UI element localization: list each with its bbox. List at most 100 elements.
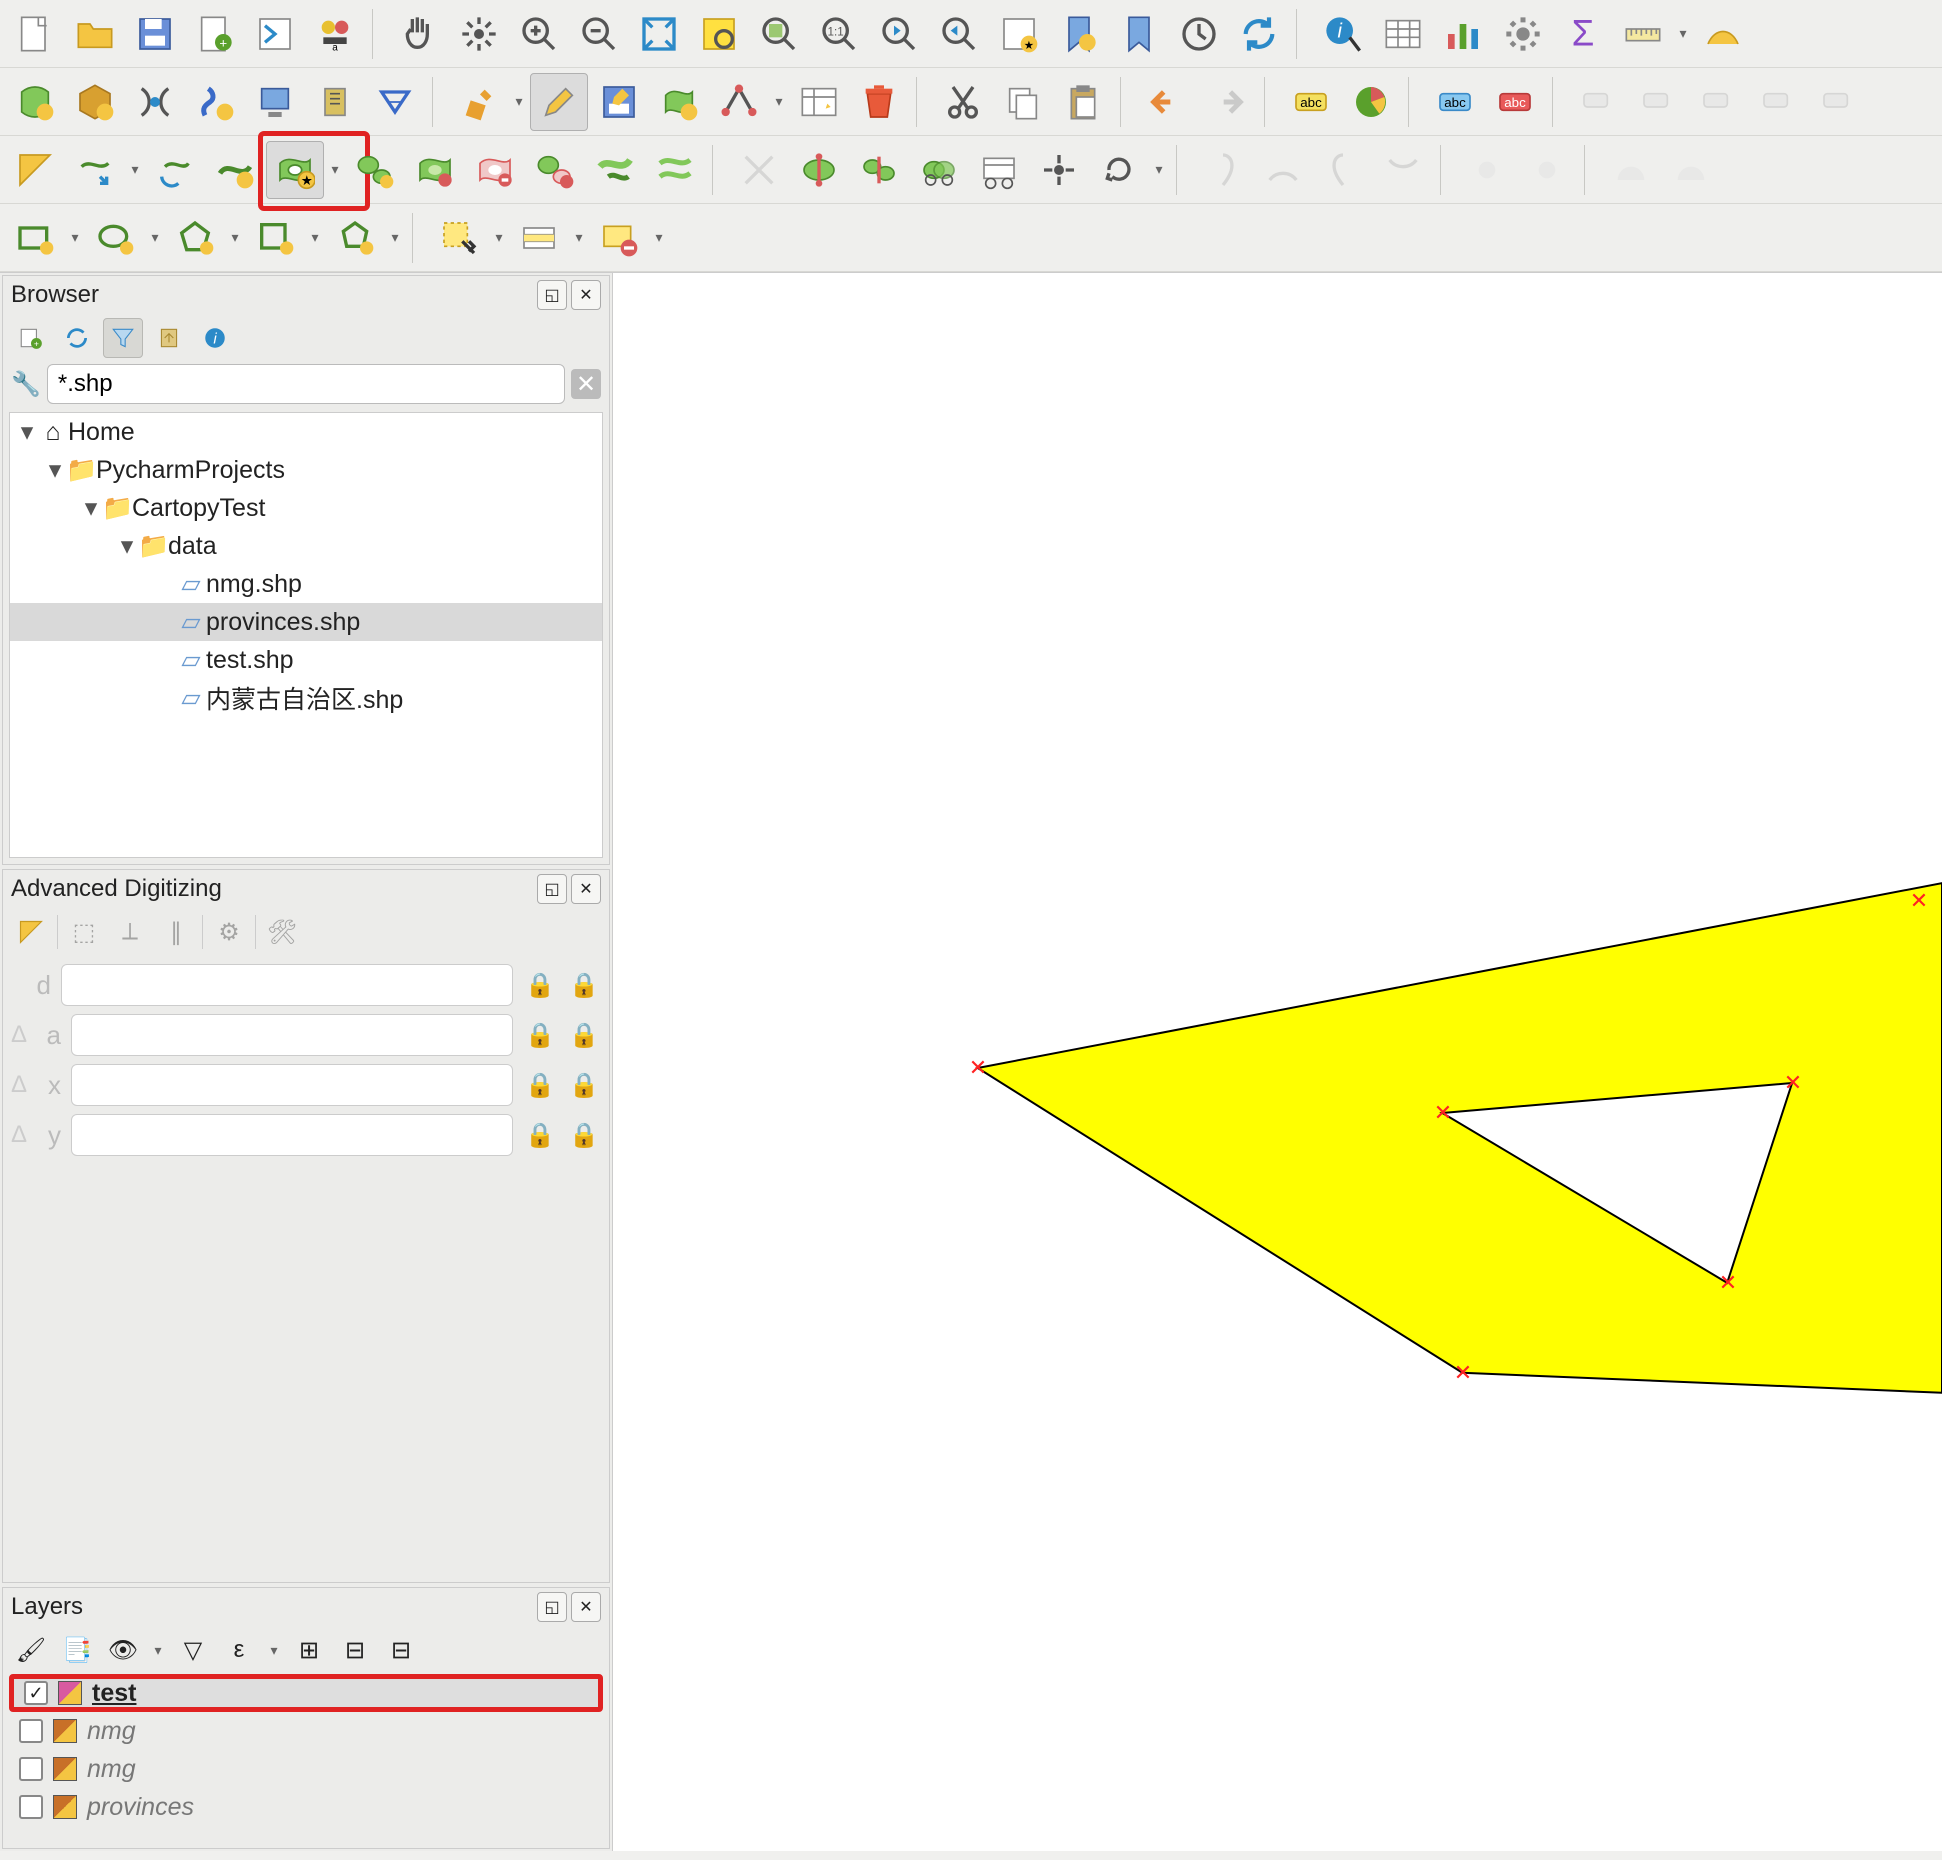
- tree-file-provinces[interactable]: ▱provinces.shp: [10, 603, 602, 641]
- new-map-view-button[interactable]: ★: [990, 5, 1048, 63]
- rotate-feature-button[interactable]: [146, 141, 204, 199]
- layer-checkbox[interactable]: [19, 1795, 43, 1819]
- processing-button[interactable]: [1494, 5, 1552, 63]
- collapse-browser-button[interactable]: [149, 318, 189, 358]
- select-by-value-dropdown[interactable]: ▾: [570, 229, 588, 246]
- manage-visibility-dropdown[interactable]: ▾: [149, 1642, 167, 1659]
- fill-ring-button[interactable]: [406, 141, 464, 199]
- style-manager-button[interactable]: a: [306, 5, 364, 63]
- layout-manager-button[interactable]: [246, 5, 304, 63]
- save-project-button[interactable]: [126, 5, 184, 63]
- tree-folder-cartopytest[interactable]: ▾📁CartopyTest: [10, 489, 602, 527]
- sigma-button[interactable]: Σ: [1554, 5, 1612, 63]
- layer-row-test[interactable]: ✓ test: [9, 1674, 603, 1712]
- identify-button[interactable]: i: [1314, 5, 1372, 63]
- toggle-editing-button[interactable]: [530, 73, 588, 131]
- measure-button[interactable]: [1614, 5, 1672, 63]
- new-virtual-button[interactable]: [246, 73, 304, 131]
- rotate-symbol-button[interactable]: [1090, 141, 1148, 199]
- new-geopackage-button[interactable]: [66, 73, 124, 131]
- shape-regular-dropdown[interactable]: ▾: [306, 229, 324, 246]
- clear-filter-button[interactable]: ✕: [571, 369, 601, 399]
- layer-row-nmg1[interactable]: nmg: [9, 1712, 603, 1750]
- new-shapefile-button[interactable]: [6, 73, 64, 131]
- delete-part-button[interactable]: [526, 141, 584, 199]
- refresh-browser-button[interactable]: [57, 318, 97, 358]
- delete-ring-button[interactable]: [466, 141, 524, 199]
- shape-ellipse-dropdown[interactable]: ▾: [146, 229, 164, 246]
- rotate-symbol-dropdown[interactable]: ▾: [1150, 161, 1168, 178]
- add-ring-button[interactable]: ★: [266, 141, 324, 199]
- node-tool-button[interactable]: [1030, 141, 1088, 199]
- tree-folder-pycharmprojects[interactable]: ▾📁PycharmProjects: [10, 451, 602, 489]
- shape-polygon-dropdown[interactable]: ▾: [226, 229, 244, 246]
- delete-selected-button[interactable]: [850, 73, 908, 131]
- adv-input-y[interactable]: [71, 1114, 513, 1156]
- split-parts-button[interactable]: [850, 141, 908, 199]
- select-features-dropdown[interactable]: ▾: [490, 229, 508, 246]
- current-edits-dropdown[interactable]: ▾: [510, 93, 528, 110]
- diagram-button[interactable]: [1342, 73, 1400, 131]
- save-edits-button[interactable]: [590, 73, 648, 131]
- deselect-dropdown[interactable]: ▾: [650, 229, 668, 246]
- reshape-button[interactable]: [586, 141, 644, 199]
- properties-browser-button[interactable]: i: [195, 318, 235, 358]
- new-memory-button[interactable]: [186, 73, 244, 131]
- adv-input-a[interactable]: [71, 1014, 513, 1056]
- tree-file-neimenggu[interactable]: ▱内蒙古自治区.shp: [10, 679, 602, 717]
- add-ring-dropdown[interactable]: ▾: [326, 161, 344, 178]
- new-mesh-button[interactable]: [366, 73, 424, 131]
- new-project-button[interactable]: [6, 5, 64, 63]
- undo-button[interactable]: [1138, 73, 1196, 131]
- layer-checkbox[interactable]: ✓: [24, 1681, 48, 1705]
- merge-features-button[interactable]: [910, 141, 968, 199]
- tips-button[interactable]: [1694, 5, 1752, 63]
- layer-row-provinces[interactable]: provinces: [9, 1788, 603, 1826]
- expression-dropdown[interactable]: ▾: [265, 1642, 283, 1659]
- zoom-full-button[interactable]: [630, 5, 688, 63]
- add-layer-button[interactable]: +: [11, 318, 51, 358]
- map-canvas[interactable]: ✕ ✕ ✕ ✕ ✕ ✕: [612, 273, 1942, 1851]
- modify-attr-button[interactable]: [790, 73, 848, 131]
- shape-rectangle-button[interactable]: [6, 209, 64, 267]
- adv-close-button[interactable]: ✕: [571, 874, 601, 904]
- label-pin-button[interactable]: abc: [1486, 73, 1544, 131]
- browser-tree[interactable]: ▾⌂Home ▾📁PycharmProjects ▾📁CartopyTest ▾…: [9, 412, 603, 858]
- zoom-in-button[interactable]: [510, 5, 568, 63]
- refresh-button[interactable]: [1230, 5, 1288, 63]
- add-feature-button[interactable]: [650, 73, 708, 131]
- new-bookmark-button[interactable]: [1050, 5, 1108, 63]
- layer-checkbox[interactable]: [19, 1719, 43, 1743]
- split-features-button[interactable]: [790, 141, 848, 199]
- select-by-value-button[interactable]: [510, 209, 568, 267]
- adv-input-d[interactable]: [61, 964, 513, 1006]
- browser-filter-input[interactable]: [47, 364, 565, 404]
- add-group-button[interactable]: 📑: [57, 1630, 97, 1670]
- label-highlight-button[interactable]: abc: [1426, 73, 1484, 131]
- pan-selection-button[interactable]: [450, 5, 508, 63]
- layers-dock-button[interactable]: ◱: [537, 1592, 567, 1622]
- shape-rectangle-dropdown[interactable]: ▾: [66, 229, 84, 246]
- current-edits-button[interactable]: [450, 73, 508, 131]
- show-bookmarks-button[interactable]: [1110, 5, 1168, 63]
- select-features-button[interactable]: [430, 209, 488, 267]
- layer-checkbox[interactable]: [19, 1757, 43, 1781]
- cad-enable-button[interactable]: [11, 912, 51, 952]
- temporal-button[interactable]: [1170, 5, 1228, 63]
- move-feature-dropdown[interactable]: ▾: [126, 161, 144, 178]
- copy-button[interactable]: [994, 73, 1052, 131]
- label-tool-button[interactable]: abc: [1282, 73, 1340, 131]
- layers-close-button[interactable]: ✕: [571, 1592, 601, 1622]
- browser-close-button[interactable]: ✕: [571, 280, 601, 310]
- tree-file-test[interactable]: ▱test.shp: [10, 641, 602, 679]
- tree-file-nmg[interactable]: ▱nmg.shp: [10, 565, 602, 603]
- expand-all-button[interactable]: ⊞: [289, 1630, 329, 1670]
- tree-folder-data[interactable]: ▾📁data: [10, 527, 602, 565]
- filter-legend-button[interactable]: ▽: [173, 1630, 213, 1670]
- shape-polygon-button[interactable]: [166, 209, 224, 267]
- shape-star-button[interactable]: [326, 209, 384, 267]
- filter-browser-button[interactable]: [103, 318, 143, 358]
- layer-style-button[interactable]: 🖌: [11, 1630, 51, 1670]
- gps-button[interactable]: [306, 73, 364, 131]
- cad-tools-button[interactable]: [6, 141, 64, 199]
